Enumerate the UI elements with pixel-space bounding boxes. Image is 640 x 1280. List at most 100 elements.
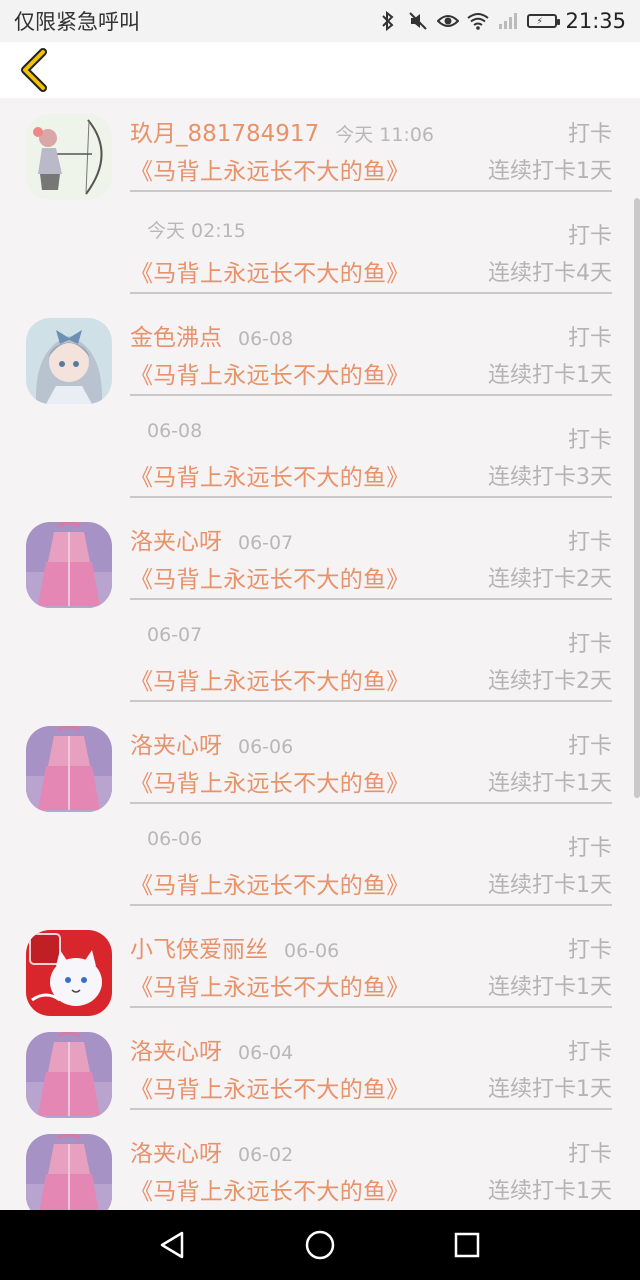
app-header	[0, 42, 640, 98]
username[interactable]: 金色沸点	[130, 318, 222, 352]
cola-cat-avatar[interactable]	[26, 930, 112, 1016]
back-button[interactable]	[12, 48, 56, 92]
username[interactable]: 小飞侠爱丽丝	[130, 930, 268, 964]
action-label: 打卡	[567, 326, 612, 351]
anime-girl-avatar[interactable]	[26, 318, 112, 404]
divider	[130, 700, 612, 702]
book-title[interactable]: 《马背上永远长不大的鱼》	[130, 866, 410, 900]
divider	[130, 190, 612, 192]
book-title[interactable]: 《马背上永远长不大的鱼》	[130, 1172, 410, 1206]
username[interactable]: 洛夹心呀	[130, 1134, 222, 1168]
divider	[130, 394, 612, 396]
chevron-left-icon	[21, 48, 47, 92]
streak-count: 连续打卡1天	[488, 975, 612, 1000]
status-bar: 仅限紧急呼叫 ⚡ 21:35	[0, 0, 640, 42]
action-label: 打卡	[567, 734, 612, 759]
list-item[interactable]: 洛夹心呀 06-07 打卡 《马背上永远长不大的鱼》 连续打卡2天	[0, 506, 640, 608]
status-icons: ⚡ 21:35	[377, 9, 626, 33]
checkin-list[interactable]: 玖月_881784917 今天 11:06 打卡 《马背上永远长不大的鱼》 连续…	[0, 98, 640, 1210]
timestamp: 06-08	[238, 328, 294, 350]
entry-meta: 洛夹心呀 06-07	[130, 522, 293, 556]
timestamp: 06-02	[238, 1144, 294, 1166]
entry-meta: 金色沸点 06-08	[130, 318, 293, 352]
action-label: 打卡	[567, 122, 612, 147]
streak-count: 连续打卡1天	[488, 771, 612, 796]
divider	[130, 1006, 612, 1008]
action-label: 打卡	[567, 938, 612, 963]
nav-recents-button[interactable]	[445, 1223, 489, 1267]
list-item[interactable]: 06-07 打卡 《马背上永远长不大的鱼》 连续打卡2天	[0, 608, 640, 710]
timestamp: 今天 02:15	[147, 220, 246, 242]
entry-meta: 06-08	[147, 420, 202, 454]
book-title[interactable]: 《马背上永远长不大的鱼》	[130, 1070, 410, 1104]
entry-meta: 洛夹心呀 06-02	[130, 1134, 293, 1168]
pink-dress-avatar[interactable]	[26, 726, 112, 812]
nav-home-button[interactable]	[298, 1223, 342, 1267]
list-item[interactable]: 洛夹心呀 06-04 打卡 《马背上永远长不大的鱼》 连续打卡1天	[0, 1016, 640, 1118]
list-item[interactable]: 洛夹心呀 06-06 打卡 《马背上永远长不大的鱼》 连续打卡1天	[0, 710, 640, 812]
divider	[130, 496, 612, 498]
divider	[130, 598, 612, 600]
divider	[130, 802, 612, 804]
wifi-icon	[467, 10, 490, 32]
timestamp: 06-08	[147, 420, 203, 442]
book-title[interactable]: 《马背上永远长不大的鱼》	[130, 458, 410, 492]
streak-count: 连续打卡2天	[488, 567, 612, 592]
action-label: 打卡	[567, 428, 612, 453]
action-label: 打卡	[567, 1040, 612, 1065]
timestamp: 今天 11:06	[335, 124, 434, 146]
divider	[130, 292, 612, 294]
streak-count: 连续打卡1天	[488, 1179, 612, 1204]
entry-meta: 小飞侠爱丽丝 06-06	[130, 930, 339, 964]
streak-count: 连续打卡1天	[488, 1077, 612, 1102]
entry-meta: 洛夹心呀 06-06	[130, 726, 293, 760]
list-item[interactable]: 06-06 打卡 《马背上永远长不大的鱼》 连续打卡1天	[0, 812, 640, 914]
nav-back-button[interactable]	[151, 1223, 195, 1267]
back-triangle-icon	[161, 1231, 184, 1259]
timestamp: 06-07	[238, 532, 294, 554]
username[interactable]: 洛夹心呀	[130, 726, 222, 760]
entry-meta: 今天 02:15	[147, 216, 246, 250]
divider	[130, 1108, 612, 1110]
mute-icon	[407, 10, 429, 32]
username[interactable]: 玖月_881784917	[130, 114, 319, 148]
list-item[interactable]: 金色沸点 06-08 打卡 《马背上永远长不大的鱼》 连续打卡1天	[0, 302, 640, 404]
timestamp: 06-06	[147, 828, 203, 850]
username[interactable]: 洛夹心呀	[130, 522, 222, 556]
streak-count: 连续打卡1天	[488, 159, 612, 184]
timestamp: 06-06	[284, 940, 340, 962]
pink-dress-avatar[interactable]	[26, 1134, 112, 1210]
recents-square-icon	[454, 1232, 479, 1258]
pink-dress-avatar[interactable]	[26, 1032, 112, 1118]
action-label: 打卡	[567, 632, 612, 657]
list-item[interactable]: 玖月_881784917 今天 11:06 打卡 《马背上永远长不大的鱼》 连续…	[0, 98, 640, 200]
list-item[interactable]: 今天 02:15 打卡 《马背上永远长不大的鱼》 连续打卡4天	[0, 200, 640, 302]
entry-meta: 06-07	[147, 624, 202, 658]
list-item[interactable]: 小飞侠爱丽丝 06-06 打卡 《马背上永远长不大的鱼》 连续打卡1天	[0, 914, 640, 1016]
list-item[interactable]: 洛夹心呀 06-02 打卡 《马背上永远长不大的鱼》 连续打卡1天	[0, 1118, 640, 1210]
book-title[interactable]: 《马背上永远长不大的鱼》	[130, 152, 410, 186]
bluetooth-icon	[377, 10, 399, 32]
streak-count: 连续打卡4天	[488, 261, 612, 286]
book-title[interactable]: 《马背上永远长不大的鱼》	[130, 254, 410, 288]
archer-avatar[interactable]	[26, 114, 112, 200]
action-label: 打卡	[567, 836, 612, 861]
username[interactable]: 洛夹心呀	[130, 1032, 222, 1066]
timestamp: 06-07	[147, 624, 203, 646]
book-title[interactable]: 《马背上永远长不大的鱼》	[130, 356, 410, 390]
scrollbar[interactable]	[634, 198, 640, 798]
streak-count: 连续打卡1天	[488, 873, 612, 898]
status-carrier-text: 仅限紧急呼叫	[14, 10, 140, 34]
entry-meta: 玖月_881784917 今天 11:06	[130, 114, 434, 148]
book-title[interactable]: 《马背上永远长不大的鱼》	[130, 560, 410, 594]
book-title[interactable]: 《马背上永远长不大的鱼》	[130, 662, 410, 696]
book-title[interactable]: 《马背上永远长不大的鱼》	[130, 764, 410, 798]
timestamp: 06-06	[238, 736, 294, 758]
home-circle-icon	[305, 1230, 335, 1260]
entry-meta: 洛夹心呀 06-04	[130, 1032, 293, 1066]
eye-icon	[437, 10, 460, 32]
pink-dress-avatar[interactable]	[26, 522, 112, 608]
streak-count: 连续打卡3天	[488, 465, 612, 490]
book-title[interactable]: 《马背上永远长不大的鱼》	[130, 968, 410, 1002]
list-item[interactable]: 06-08 打卡 《马背上永远长不大的鱼》 连续打卡3天	[0, 404, 640, 506]
